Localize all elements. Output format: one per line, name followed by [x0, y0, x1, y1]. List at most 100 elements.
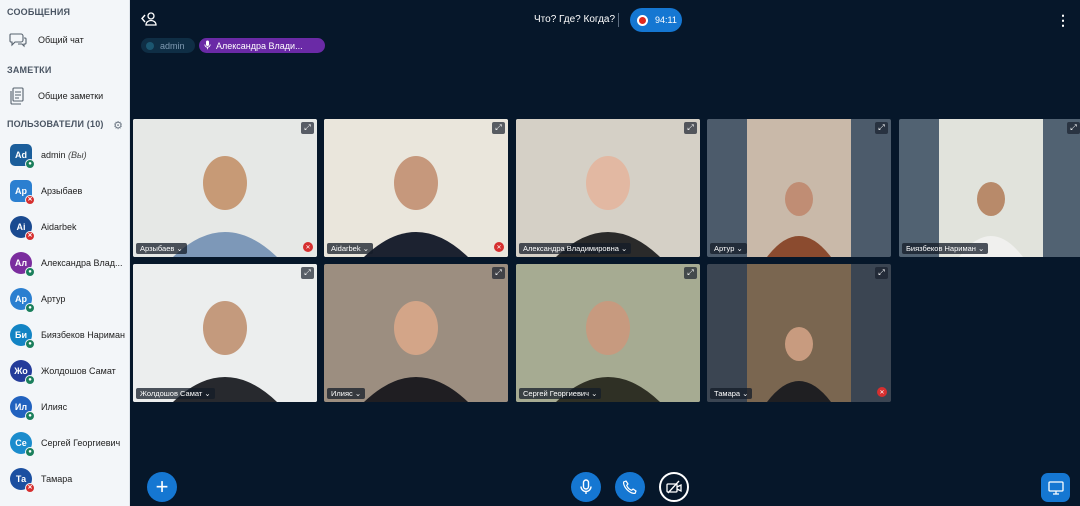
avatar-initials: Ал	[14, 258, 28, 268]
microphone-icon: ●	[25, 339, 35, 349]
fullscreen-expand-icon[interactable]: ⤢	[301, 267, 314, 279]
fullscreen-expand-icon[interactable]: ⤢	[492, 267, 505, 279]
user-list-item[interactable]: Се ● Сергей Георгиевич	[10, 430, 129, 457]
share-webcam-button[interactable]	[659, 472, 689, 502]
video-tile[interactable]: ⤢ Илияс ⌄	[324, 264, 508, 402]
fullscreen-expand-icon[interactable]: ⤢	[684, 267, 697, 279]
webcam-video	[133, 119, 317, 257]
title-divider	[618, 13, 619, 27]
shared-notes-label: Общие заметки	[38, 91, 104, 101]
video-tile[interactable]: ⤢ Тамара ⌄ ✕	[707, 264, 891, 402]
user-list-item[interactable]: Ил ● Илияс	[10, 394, 129, 421]
video-tile[interactable]: ⤢ Aidarbek ⌄ ✕	[324, 119, 508, 257]
participant-name: Биязбеков Нариман	[906, 244, 976, 253]
webcam-video	[324, 264, 508, 402]
participant-name-label[interactable]: Илияс ⌄	[327, 388, 366, 399]
meeting-title: Что? Где? Когда?	[534, 14, 616, 25]
avatar-initials: Жо	[14, 366, 28, 376]
user-name-text: Биязбеков Нариман	[41, 330, 125, 340]
fullscreen-expand-icon[interactable]: ⤢	[1067, 122, 1080, 134]
user-name-text: Артур	[41, 294, 66, 304]
microphone-muted-icon: ✕	[303, 242, 313, 252]
microphone-muted-icon: ✕	[25, 195, 35, 205]
video-tile[interactable]: ⤢ Арзыбаев ⌄ ✕	[133, 119, 317, 257]
video-tile[interactable]: ⤢ Жолдошов Самат ⌄	[133, 264, 317, 402]
user-list-item[interactable]: Ал ● Александра Влад...	[10, 250, 129, 277]
avatar: Ad ●	[10, 144, 35, 169]
actions-plus-button[interactable]: +	[147, 472, 177, 502]
user-name: Александра Влад...	[41, 258, 127, 268]
user-name-text: admin	[41, 150, 66, 160]
participant-name-label[interactable]: Aidarbek ⌄	[327, 243, 373, 254]
recording-indicator[interactable]: 94:11	[630, 8, 682, 32]
mute-toggle-button[interactable]	[571, 472, 601, 502]
user-list-item[interactable]: Ai ✕ Aidarbek	[10, 214, 129, 241]
user-name-text: Арзыбаев	[41, 186, 83, 196]
user-name-text: Сергей Георгиевич	[41, 438, 121, 448]
toggle-userlist-button[interactable]	[140, 11, 160, 29]
avatar: Жо ●	[10, 360, 35, 385]
user-name-text: Александра Влад...	[41, 258, 123, 268]
public-chat-item[interactable]: Общий чат	[8, 30, 84, 50]
avatar-initials: Ил	[14, 402, 28, 412]
fullscreen-expand-icon[interactable]: ⤢	[301, 122, 314, 134]
participant-name: Илияс	[331, 389, 353, 398]
video-tile[interactable]: ⤢ Биязбеков Нариман ⌄	[899, 119, 1080, 257]
participant-name: Тамара	[714, 389, 741, 398]
video-tile[interactable]: ⤢ Александра Владимировна ⌄	[516, 119, 700, 257]
messages-section-title: СООБЩЕНИЯ	[7, 7, 71, 17]
user-list-item[interactable]: Би ● Биязбеков Нариман	[10, 322, 129, 349]
shared-notes-item[interactable]: Общие заметки	[8, 86, 103, 106]
user-list-item[interactable]: Жо ● Жолдошов Самат	[10, 358, 129, 385]
user-list-item[interactable]: Ар ✕ Арзыбаев	[10, 178, 129, 205]
avatar-initials: Та	[15, 474, 27, 484]
user-name-text: Жолдошов Самат	[41, 366, 116, 376]
user-list-item[interactable]: Ad ● admin (Вы)	[10, 142, 129, 169]
fullscreen-expand-icon[interactable]: ⤢	[492, 122, 505, 134]
avatar-initials: Се	[15, 438, 27, 448]
participant-name-label[interactable]: Тамара ⌄	[710, 388, 753, 399]
user-list-item[interactable]: Та ✕ Тамара	[10, 466, 129, 493]
leave-audio-button[interactable]	[615, 472, 645, 502]
participant-name-label[interactable]: Артур ⌄	[710, 243, 747, 254]
video-tile[interactable]: ⤢ Сергей Георгиевич ⌄	[516, 264, 700, 402]
camera-off-icon	[666, 480, 682, 494]
recording-time: 94:11	[655, 15, 677, 25]
microphone-icon: ●	[25, 159, 35, 169]
avatar-initials: Ар	[15, 294, 27, 304]
talking-indicators: admin Александра Влади...	[141, 38, 329, 53]
talking-indicator-admin[interactable]: admin	[141, 38, 195, 53]
user-list-sidebar: СООБЩЕНИЯ Общий чат ЗАМЕТКИ Общие заметк…	[0, 0, 130, 506]
avatar: Би ●	[10, 324, 35, 349]
participant-name-label[interactable]: Биязбеков Нариман ⌄	[902, 243, 989, 254]
talking-name: Александра Влади...	[216, 40, 303, 51]
microphone-icon	[204, 40, 211, 52]
participant-name-label[interactable]: Жолдошов Самат ⌄	[136, 388, 215, 399]
users-section-title: ПОЛЬЗОВАТЕЛИ (10)	[7, 119, 104, 129]
chat-bubbles-icon	[8, 30, 28, 50]
avatar: Ар ●	[10, 288, 35, 313]
avatar-initials: Ai	[16, 222, 26, 232]
microphone-icon: ●	[25, 375, 35, 385]
participant-name: Aidarbek	[331, 244, 361, 253]
fullscreen-expand-icon[interactable]: ⤢	[875, 267, 888, 279]
avatar: Ai ✕	[10, 216, 35, 241]
fullscreen-expand-icon[interactable]: ⤢	[875, 122, 888, 134]
participant-name-label[interactable]: Сергей Георгиевич ⌄	[519, 388, 602, 399]
avatar: Се ●	[10, 432, 35, 457]
status-dot-icon	[146, 41, 154, 50]
presentation-toggle-button[interactable]	[1041, 473, 1070, 502]
fullscreen-expand-icon[interactable]: ⤢	[684, 122, 697, 134]
user-name: Aidarbek	[41, 222, 127, 232]
participant-name-label[interactable]: Александра Владимировна ⌄	[519, 243, 632, 254]
participant-name-label[interactable]: Арзыбаев ⌄	[136, 243, 187, 254]
options-menu-button[interactable]: ⋮	[1056, 12, 1070, 28]
talking-indicator-alexandra[interactable]: Александра Влади...	[199, 38, 325, 53]
notes-document-icon	[8, 86, 28, 106]
gear-icon[interactable]: ⚙	[113, 119, 123, 132]
video-tile[interactable]: ⤢ Артур ⌄	[707, 119, 891, 257]
microphone-icon: ●	[25, 447, 35, 457]
webcam-video	[899, 119, 1080, 257]
user-list-item[interactable]: Ар ● Артур	[10, 286, 129, 313]
user-name: Илияс	[41, 402, 127, 412]
